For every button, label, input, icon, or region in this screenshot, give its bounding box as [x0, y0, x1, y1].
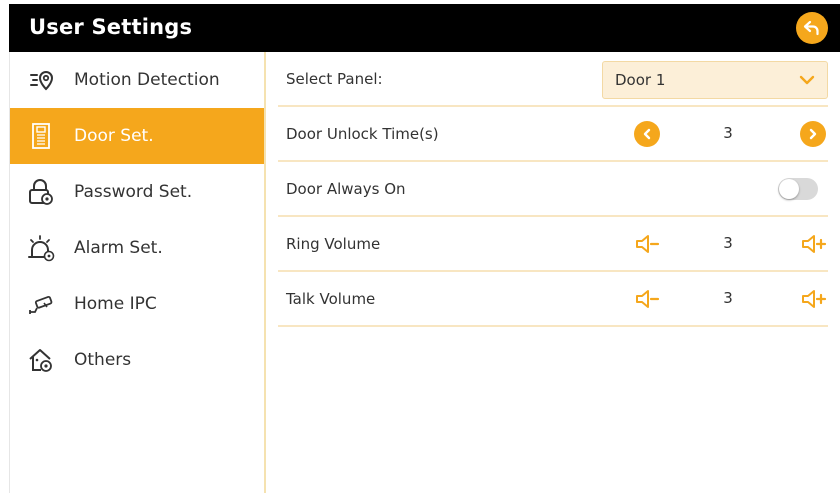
talk-volume-value: 3: [723, 289, 733, 307]
door-unlock-time-increase-button[interactable]: [800, 121, 826, 147]
header-bar: User Settings: [9, 4, 840, 52]
door-always-on-row: Door Always On: [278, 162, 828, 217]
sidebar-item-label: Others: [74, 350, 132, 370]
camera-icon: [26, 289, 56, 319]
talk-volume-label: Talk Volume: [286, 289, 376, 308]
ring-volume-increase-button[interactable]: [800, 231, 828, 257]
talk-volume-increase-button[interactable]: [800, 286, 828, 312]
sidebar-item-label: Alarm Set.: [74, 238, 163, 258]
settings-panel: Select Panel: Door 1 Door Unlock Time(s)…: [266, 52, 840, 493]
sidebar-item-label: Motion Detection: [74, 70, 220, 90]
sidebar-item-home-ipc[interactable]: Home IPC: [10, 276, 265, 332]
user-settings-screen: User Settings Motion Detection Door Set.…: [0, 0, 840, 493]
sidebar-item-password-set[interactable]: Password Set.: [10, 164, 265, 220]
sidebar-item-label: Door Set.: [74, 126, 154, 146]
sidebar-item-alarm-set[interactable]: Alarm Set.: [10, 220, 265, 276]
panel-select-value: Door 1: [615, 71, 666, 89]
page-title: User Settings: [29, 15, 193, 39]
sidebar-item-label: Home IPC: [74, 294, 157, 314]
chevron-down-icon: [799, 75, 815, 85]
back-arrow-icon: [803, 20, 819, 36]
door-always-on-toggle[interactable]: [778, 178, 818, 200]
panel-select-dropdown[interactable]: Door 1: [602, 61, 828, 99]
ring-volume-label: Ring Volume: [286, 234, 381, 253]
volume-down-icon: [636, 235, 660, 253]
volume-up-icon: [802, 235, 827, 253]
sidebar-item-others[interactable]: Others: [10, 332, 265, 388]
home-gear-icon: [26, 345, 56, 375]
toggle-knob: [779, 179, 799, 199]
chevron-left-icon: [643, 128, 651, 140]
back-button[interactable]: [796, 12, 828, 44]
select-panel-row: Select Panel: Door 1: [278, 52, 828, 107]
alarm-icon: [26, 233, 56, 263]
door-unlock-time-row: Door Unlock Time(s) 3: [278, 107, 828, 162]
volume-down-icon: [636, 290, 660, 308]
ring-volume-row: Ring Volume 3: [278, 217, 828, 272]
select-panel-label: Select Panel:: [286, 69, 383, 88]
door-unlock-time-decrease-button[interactable]: [634, 121, 660, 147]
talk-volume-decrease-button[interactable]: [634, 286, 662, 312]
sidebar-item-label: Password Set.: [74, 182, 193, 202]
password-lock-icon: [26, 177, 56, 207]
ring-volume-value: 3: [723, 234, 733, 252]
door-unlock-time-label: Door Unlock Time(s): [286, 124, 439, 143]
sidebar: Motion Detection Door Set. Password Set.…: [9, 52, 265, 493]
motion-detection-icon: [26, 65, 56, 95]
ring-volume-decrease-button[interactable]: [634, 231, 662, 257]
volume-up-icon: [802, 290, 827, 308]
sidebar-item-motion-detection[interactable]: Motion Detection: [10, 52, 265, 108]
door-always-on-label: Door Always On: [286, 179, 406, 198]
talk-volume-row: Talk Volume 3: [278, 272, 828, 327]
sidebar-item-door-set[interactable]: Door Set.: [10, 108, 265, 164]
chevron-right-icon: [809, 128, 817, 140]
door-icon: [26, 121, 56, 151]
door-unlock-time-value: 3: [723, 124, 733, 142]
